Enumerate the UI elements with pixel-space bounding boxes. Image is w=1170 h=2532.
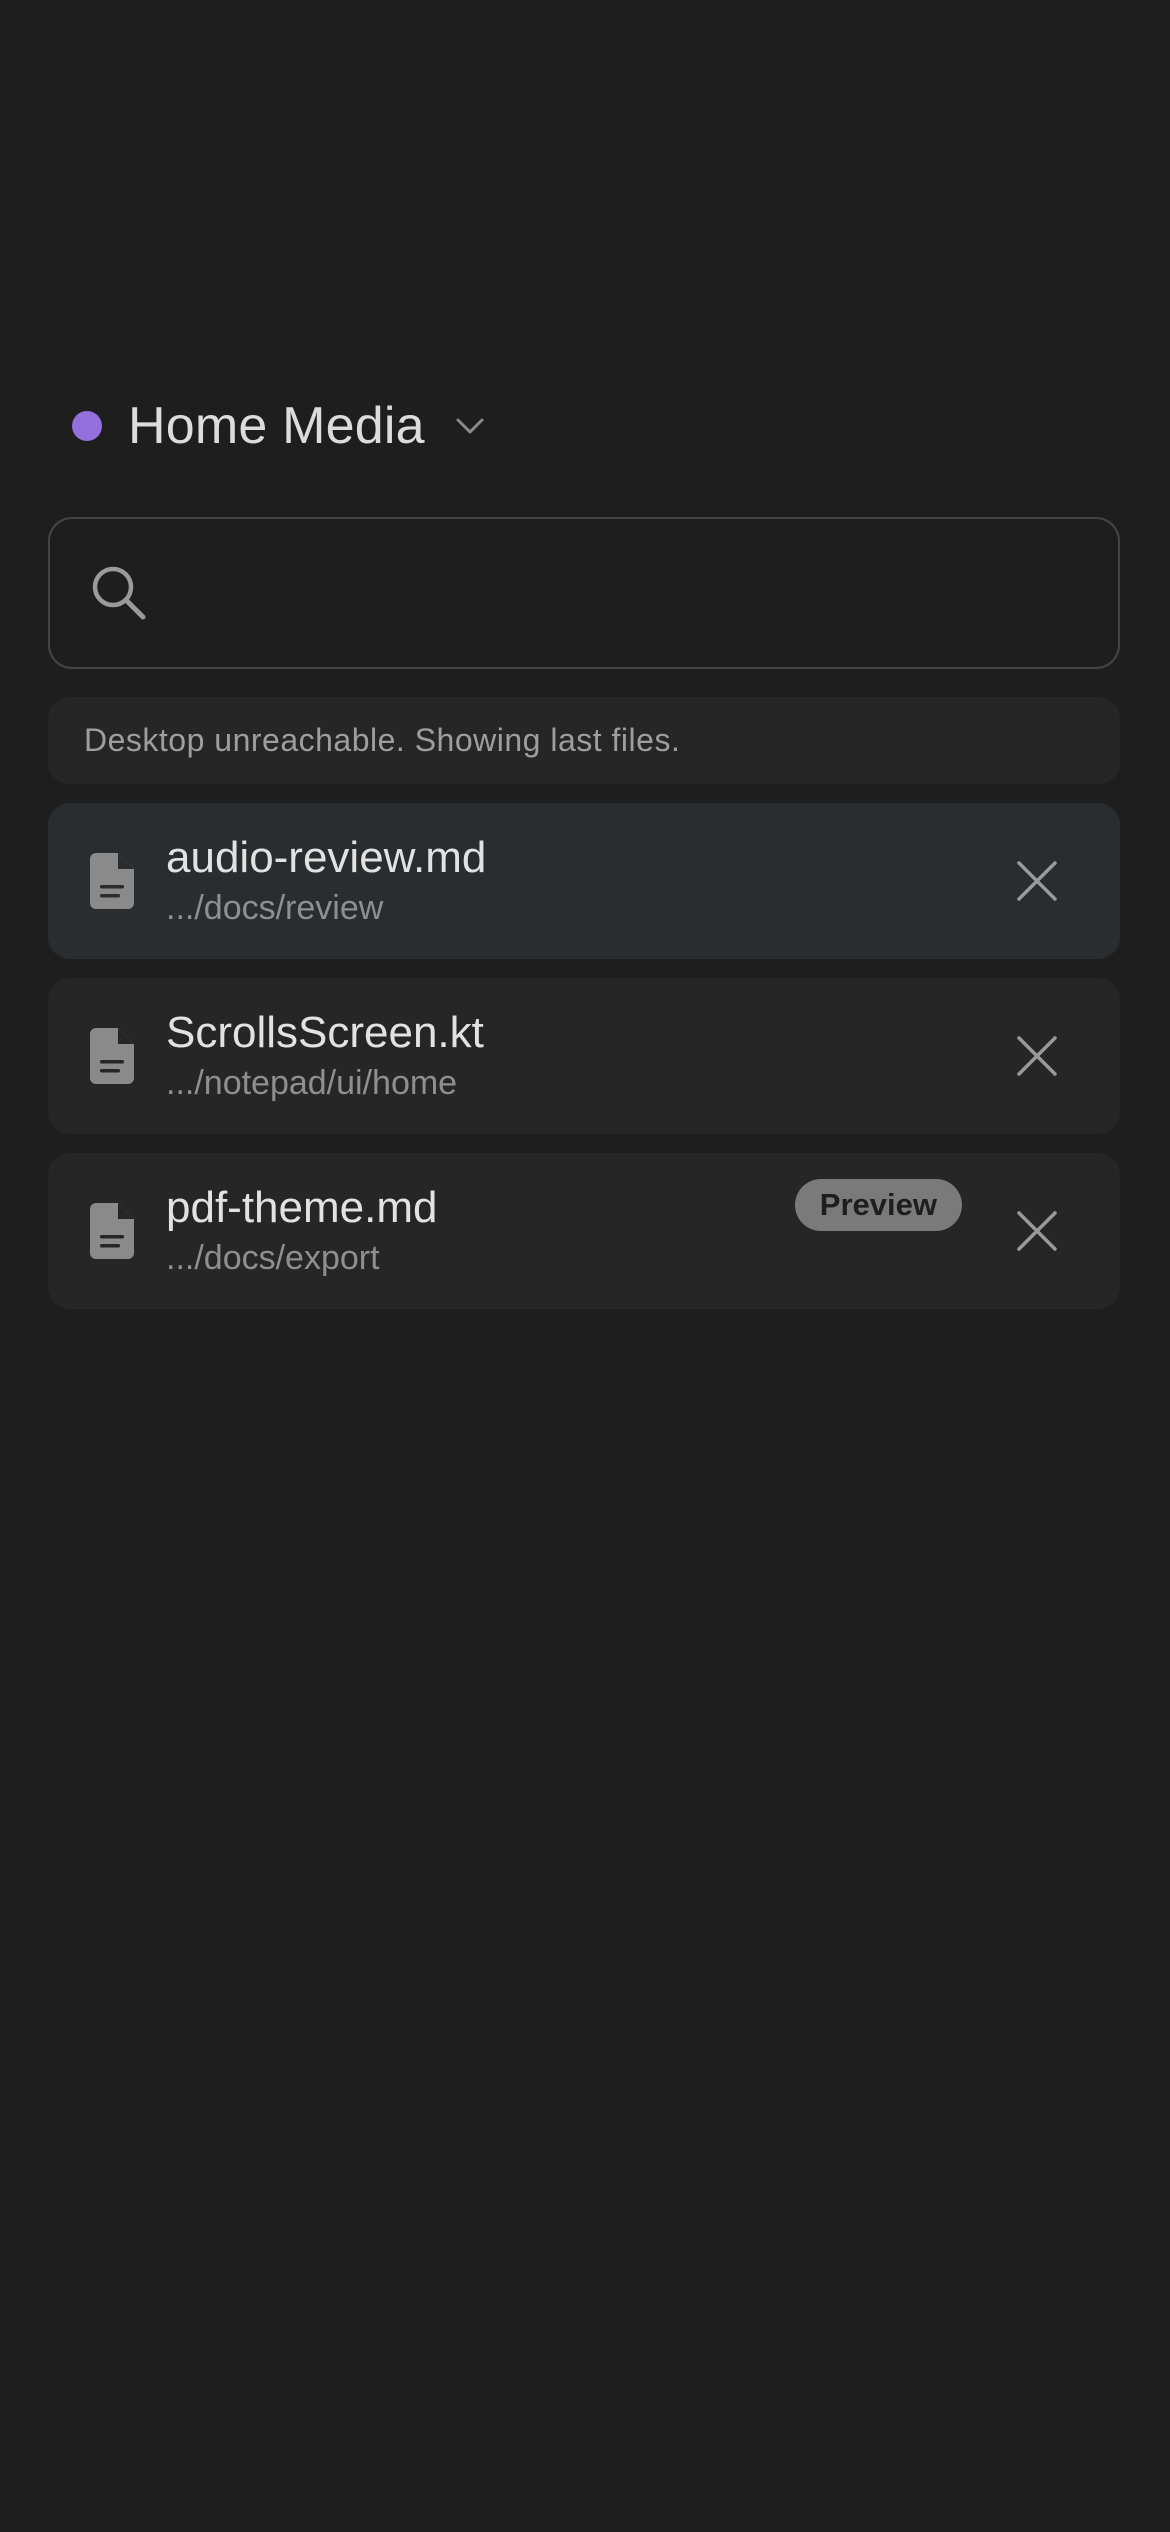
offline-banner: Desktop unreachable. Showing last files. [48, 697, 1120, 784]
close-icon[interactable] [992, 1186, 1082, 1276]
file-name: pdf-theme.md [166, 1183, 438, 1232]
search-icon [88, 562, 150, 624]
file-path: .../docs/export [166, 1239, 380, 1277]
device-name: Home Media [128, 397, 425, 455]
close-icon[interactable] [992, 1011, 1082, 1101]
offline-banner-text: Desktop unreachable. Showing last files. [84, 722, 681, 758]
file-row-scrolls-screen[interactable]: ScrollsScreen.kt .../notepad/ui/home [48, 978, 1120, 1134]
device-selector[interactable]: Home Media [72, 386, 485, 466]
file-path: .../notepad/ui/home [166, 1064, 458, 1102]
file-icon [90, 1028, 134, 1084]
close-icon[interactable] [992, 836, 1082, 926]
search-box[interactable] [48, 517, 1120, 669]
file-name: audio-review.md [166, 833, 487, 882]
preview-badge: Preview [794, 1179, 962, 1231]
chevron-down-icon[interactable] [455, 417, 485, 435]
file-path: .../docs/review [166, 889, 384, 927]
status-dot [72, 411, 102, 441]
file-icon [90, 1203, 134, 1259]
file-name: ScrollsScreen.kt [166, 1008, 484, 1057]
file-icon [90, 853, 134, 909]
file-row-audio-review[interactable]: audio-review.md .../docs/review [48, 803, 1120, 959]
file-row-pdf-theme[interactable]: pdf-theme.md .../docs/export Preview [48, 1153, 1120, 1309]
search-input[interactable] [150, 518, 1118, 668]
